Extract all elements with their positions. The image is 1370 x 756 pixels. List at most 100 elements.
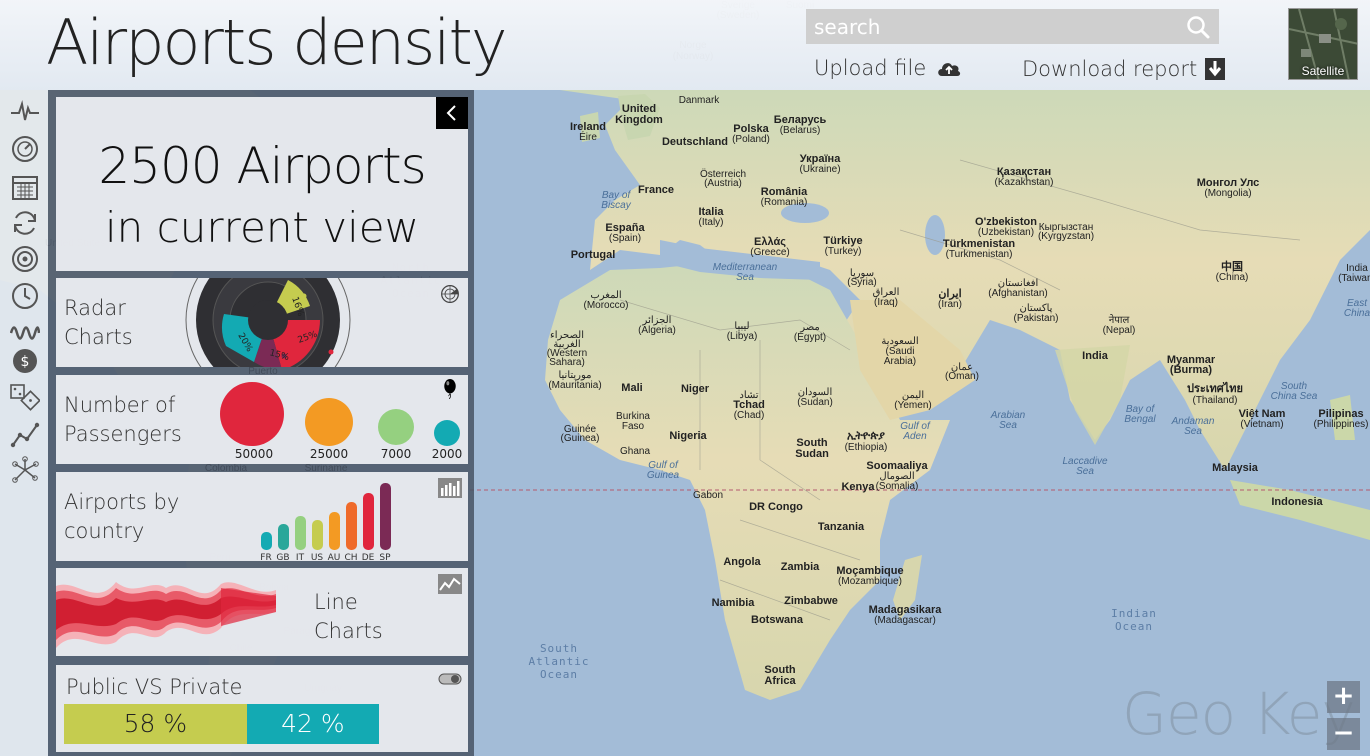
header-bar: Airports density Upload file Download re… (0, 0, 1370, 90)
coin-icon[interactable]: $ (10, 346, 40, 376)
page-title: Airports density (46, 6, 508, 79)
map-label: (Austria) (704, 178, 742, 189)
map-label: DR Congo (749, 501, 803, 513)
satellite-toggle[interactable]: Satellite (1288, 8, 1358, 80)
radar-icon[interactable] (438, 284, 462, 304)
download-report-label: Download report (1022, 57, 1198, 81)
map-label: Éire (579, 132, 597, 143)
map-label: China Sea (1270, 391, 1318, 402)
map-label: Portugal (570, 249, 616, 261)
map-label: (Libya) (726, 331, 758, 342)
airport-count-card: 2500 Airports in current view (56, 97, 468, 271)
target-icon[interactable] (10, 244, 40, 274)
country-title-line2: country (64, 519, 145, 543)
map-label: Indian (1111, 607, 1157, 620)
bar-gb (278, 524, 289, 550)
bar-chart-icon[interactable] (438, 478, 462, 498)
map-label: (Oman) (945, 371, 979, 382)
refresh-icon[interactable] (10, 208, 40, 238)
map-label: (Romania) (760, 197, 808, 208)
passengers-card[interactable]: Number of Passengers 50000 25000 7000 20… (56, 375, 468, 464)
map-label: (Afghanistan) (988, 288, 1048, 299)
map-label: Sea (736, 272, 754, 283)
map-label: Sahara) (549, 357, 585, 368)
map-label: Sea (999, 420, 1017, 431)
radar-charts-card[interactable]: Radar Charts 25% 15% 20% 16% (56, 278, 468, 367)
radar-chart: 25% 15% 20% 16% (185, 278, 351, 367)
map-label: Kenya (841, 481, 875, 493)
map-label: Ocean (1114, 620, 1154, 633)
map-label: Sea (1076, 466, 1094, 477)
bar-it (295, 516, 306, 550)
bar-au (329, 512, 340, 550)
pulse-icon[interactable] (10, 96, 40, 126)
country-title-line1: Airports by (64, 490, 180, 514)
download-report-button[interactable]: Download report (1022, 57, 1226, 81)
map-label: Niger (680, 383, 710, 395)
passengers-value-4: 2000 (431, 447, 463, 461)
map-label: Bengal (1124, 414, 1156, 425)
map-label: ኢትዮጵያ (847, 430, 885, 442)
bar-sp (380, 483, 391, 550)
search-icon[interactable] (1185, 14, 1211, 40)
wave-icon[interactable] (10, 318, 40, 348)
public-share: 58 % (64, 704, 247, 744)
map-label: (Guinea) (560, 433, 600, 444)
dice-icon[interactable] (10, 382, 40, 412)
map-label: (Somalia) (875, 481, 919, 492)
map-label: Malaysia (1212, 462, 1258, 474)
map-label: (Yemen) (894, 400, 932, 411)
map-label: China (1343, 308, 1370, 319)
collapse-panel-button[interactable] (436, 97, 468, 129)
radar-title-line1: Radar (64, 296, 126, 320)
map-label: Mali (621, 382, 643, 394)
map-label: (Ethiopia) (844, 442, 888, 453)
balloon-icon[interactable] (438, 379, 462, 399)
network-icon[interactable] (10, 456, 40, 486)
search-input[interactable] (806, 9, 1176, 44)
zoom-out-button[interactable]: − (1327, 718, 1360, 750)
map-label: Deutschland (661, 136, 729, 148)
chevron-left-icon (446, 105, 456, 121)
country-bar-chart: FR GB IT US AU CH DE SP (260, 483, 391, 561)
airports-by-country-card[interactable]: Airports by country FR GB IT US AU CH DE… (56, 472, 468, 561)
left-toolbar: $ (0, 90, 48, 756)
dial-icon[interactable] (10, 134, 40, 164)
airport-count-value: 2500 Airports (98, 137, 426, 195)
cloud-upload-icon (938, 63, 961, 76)
map-label: (Sudan) (797, 397, 833, 408)
map-label: (Mongolia) (1204, 188, 1252, 199)
line-chart-streamgraph (56, 582, 276, 648)
map-label: (Turkmenistan) (945, 249, 1013, 260)
trend-icon[interactable] (10, 420, 40, 450)
map-label: Aden (903, 431, 927, 442)
calendar-icon[interactable] (10, 172, 40, 202)
map-label: Guinea (646, 470, 680, 481)
map-label: India (1082, 350, 1108, 362)
map-label: (China) (1215, 272, 1249, 283)
search-box[interactable] (806, 9, 1219, 44)
map-label: (Madagascar) (874, 615, 936, 626)
radar-title-line2: Charts (64, 325, 133, 349)
toggle-icon[interactable] (438, 669, 462, 689)
map-label: (Greece) (750, 247, 790, 258)
map-label: (Egypt) (793, 332, 827, 343)
upload-file-button[interactable]: Upload file (814, 56, 962, 80)
map-label: (Taiwan) (1338, 273, 1370, 284)
clock-icon[interactable] (10, 281, 40, 311)
bar-label-us: US (311, 553, 324, 561)
map-label: Zimbabwe (784, 595, 838, 607)
map-label: Sudan (795, 448, 829, 460)
line-title-line1: Line (314, 590, 358, 614)
line-charts-card[interactable]: Line Charts (56, 568, 468, 656)
map-label: Indonesia (1271, 496, 1323, 508)
map-label: (Kazakhstan) (994, 177, 1054, 188)
map-label: (Nepal) (1102, 325, 1136, 336)
svg-text:$: $ (21, 354, 30, 370)
map-label: (Algeria) (638, 325, 676, 336)
bar-label-sp: SP (379, 553, 391, 561)
line-chart-icon[interactable] (438, 574, 462, 594)
public-vs-private-card[interactable]: Public VS Private 58 % 42 % (56, 665, 468, 752)
passengers-title-line1: Number of (64, 393, 176, 417)
zoom-in-button[interactable]: + (1327, 681, 1360, 713)
